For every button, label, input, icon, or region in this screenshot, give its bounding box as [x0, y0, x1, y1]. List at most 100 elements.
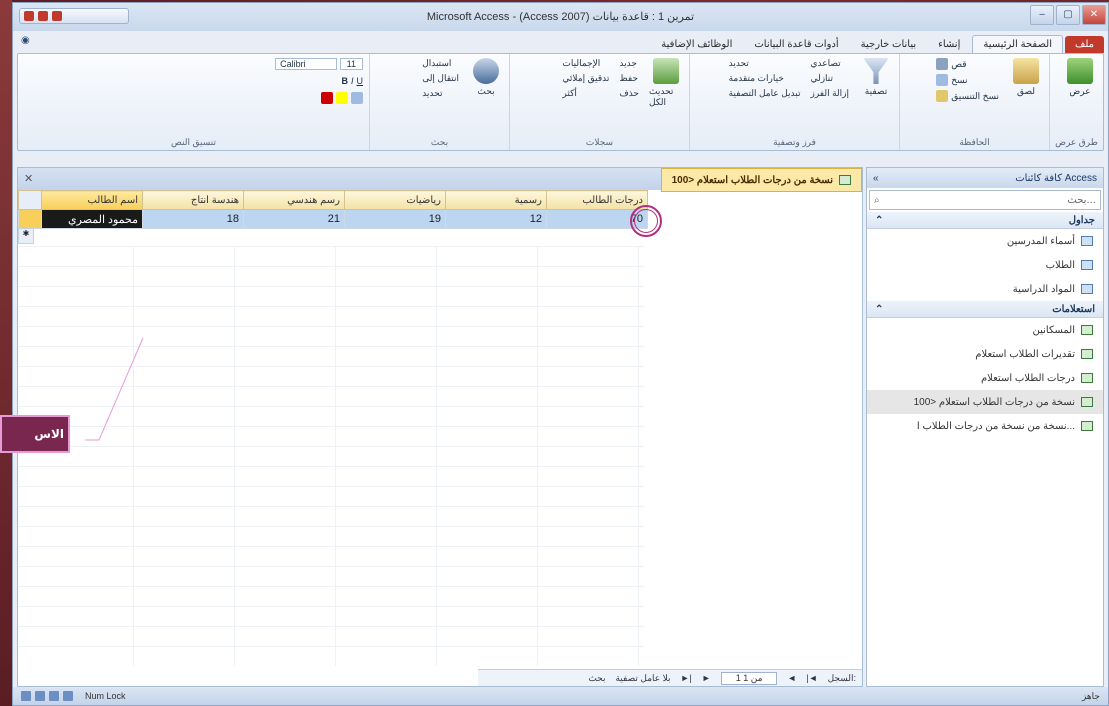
record-label: السجل: [827, 672, 856, 683]
chevron-up-icon: ⌃ [875, 303, 884, 315]
underline-button[interactable]: U [357, 76, 364, 86]
document-tab-query[interactable]: نسخة من درجات الطلاب استعلام <100 [660, 168, 862, 192]
gridlines-icon[interactable] [351, 92, 363, 104]
find-button[interactable]: بحث [469, 58, 503, 99]
filter-button[interactable]: تصفية [859, 58, 893, 99]
binoculars-icon [473, 58, 499, 84]
nav-next-icon[interactable]: ► [702, 673, 711, 683]
datasheet-view-icon[interactable] [21, 691, 31, 701]
nav-item-table[interactable]: الطلاب [867, 253, 1103, 277]
column-header[interactable]: رسم هندسي [243, 190, 345, 210]
format-painter-button[interactable]: نسخ التنسيق [936, 90, 999, 102]
nav-section-queries[interactable]: ⌃ استعلامات [867, 301, 1103, 318]
nav-item-query[interactable]: المسكانين [867, 318, 1103, 342]
table-row[interactable]: محمود المصري 18 21 19 12 70 [18, 209, 648, 229]
goto-button[interactable]: انتقال إلى [422, 73, 459, 84]
font-style-row: B I U [341, 76, 363, 86]
query-icon [839, 175, 851, 185]
num-lock-indicator: Num Lock [85, 691, 126, 701]
column-header[interactable]: اسم الطالب [41, 190, 143, 210]
group-text-formatting: Calibri 11 B I U تنسيق النص [171, 58, 363, 147]
tab-external-data[interactable]: بيانات خارجية [851, 36, 927, 53]
query-icon [1081, 373, 1093, 383]
tab-database-tools[interactable]: أدوات قاعدة البيانات [744, 36, 848, 53]
replace-button[interactable]: استبدال [422, 58, 459, 69]
view-button[interactable]: عرض [1063, 58, 1097, 97]
nav-item-query-selected[interactable]: نسخة من درجات الطلاب استعلام <100 [867, 390, 1103, 414]
save-record-button[interactable]: حفظ [619, 73, 639, 84]
close-button[interactable]: ✕ [1082, 5, 1106, 25]
record-search[interactable]: بحث [588, 673, 605, 684]
selection-button[interactable]: تحديد [729, 58, 801, 69]
copy-button[interactable]: نسخ [936, 74, 999, 86]
nav-search-input[interactable]: ⌕ بحث... [869, 190, 1101, 210]
nav-item-query[interactable]: تقديرات الطلاب استعلام [867, 342, 1103, 366]
group-find: بحث استبدال انتقال إلى تحديد بحث [369, 54, 509, 150]
view-icon [1067, 58, 1093, 84]
more-button[interactable]: أكثر [562, 88, 609, 99]
minimize-button[interactable]: ‒ [1030, 5, 1054, 25]
nav-first-icon[interactable]: |◄ [806, 673, 817, 683]
column-header[interactable]: هندسة انتاج [142, 190, 244, 210]
column-header[interactable]: درجات الطالب [546, 190, 648, 210]
sort-ascending-button[interactable]: تصاعدي [810, 58, 849, 69]
new-record-button[interactable]: جديد [619, 58, 639, 69]
pivot-chart-icon[interactable] [49, 691, 59, 701]
refresh-all-button[interactable]: تحديث الكل [649, 58, 683, 108]
close-document-icon[interactable]: ✕ [24, 172, 33, 185]
column-header[interactable]: رياضيات [344, 190, 446, 210]
font-name-select[interactable]: Calibri 11 [275, 58, 363, 70]
cut-button[interactable]: قص [936, 58, 999, 70]
group-sort-filter: تصفية تصاعدي تنازلي إزالة الفرز تحديد خي… [689, 54, 899, 150]
nav-item-table[interactable]: أسماء المدرسين [867, 229, 1103, 253]
italic-button[interactable]: I [351, 76, 354, 86]
table-cell[interactable]: محمود المصري [41, 209, 143, 229]
table-cell[interactable]: 19 [344, 209, 446, 229]
record-position-input[interactable]: 1 من 1 [720, 671, 778, 685]
nav-last-icon[interactable]: ►| [681, 673, 692, 683]
select-button[interactable]: تحديد [422, 88, 459, 99]
scissors-icon [936, 58, 949, 70]
remove-sort-button[interactable]: إزالة الفرز [810, 88, 849, 99]
font-color-icon[interactable] [321, 92, 333, 104]
delete-record-button[interactable]: حذف [619, 88, 639, 99]
column-header[interactable]: رسمية [445, 190, 547, 210]
nav-item-query[interactable]: نسخة من نسخة من درجات الطلاب ا... [867, 414, 1103, 438]
font-size-select[interactable]: 11 [339, 58, 363, 70]
nav-item-query[interactable]: درجات الطلاب استعلام [867, 366, 1103, 390]
tab-create[interactable]: إنشاء [928, 36, 970, 53]
advanced-button[interactable]: خيارات متقدمة [729, 73, 801, 84]
nav-prev-icon[interactable]: ◄ [787, 673, 796, 683]
maximize-button[interactable]: ▢ [1056, 5, 1080, 25]
copy-icon [936, 74, 949, 86]
select-all-cell[interactable] [18, 190, 42, 210]
pivot-table-icon[interactable] [35, 691, 45, 701]
sort-descending-button[interactable]: تنازلي [810, 73, 849, 84]
nav-section-tables[interactable]: ⌃ جداول [867, 212, 1103, 229]
new-record-selector[interactable]: ✱ [18, 228, 34, 244]
highlight-circle [630, 205, 662, 237]
totals-button[interactable]: الإجماليات [562, 58, 609, 69]
toggle-filter-button[interactable]: تبديل عامل التصفية [729, 88, 801, 99]
table-cell[interactable]: 18 [142, 209, 244, 229]
table-cell[interactable]: 21 [243, 209, 345, 229]
search-icon[interactable]: ⌕ [874, 195, 880, 206]
filter-status[interactable]: بلا عامل تصفية [615, 673, 670, 684]
funnel-icon [863, 58, 889, 84]
paste-button[interactable]: لصق [1009, 58, 1043, 102]
tab-add-ins[interactable]: الوظائف الإضافية [651, 36, 742, 53]
spelling-button[interactable]: تدقيق إملائي [562, 73, 609, 84]
record-selector[interactable] [18, 209, 42, 229]
tab-home[interactable]: الصفحة الرئيسية [972, 35, 1063, 53]
tab-file[interactable]: ملف [1064, 36, 1104, 53]
nav-header[interactable]: «كافة كائنات Access [867, 168, 1103, 188]
status-ready: جاهز [1081, 690, 1100, 701]
collapse-icon[interactable]: « [873, 173, 879, 184]
highlight-color-icon[interactable] [336, 92, 348, 104]
nav-item-table[interactable]: المواد الدراسية [867, 277, 1103, 301]
sql-view-icon[interactable] [63, 691, 73, 701]
navigation-pane: «كافة كائنات Access ⌕ بحث... ⌃ جداول أسماء… [866, 167, 1104, 687]
table-cell[interactable]: 12 [445, 209, 547, 229]
bold-button[interactable]: B [341, 76, 348, 86]
grid-row-lines [18, 246, 644, 666]
